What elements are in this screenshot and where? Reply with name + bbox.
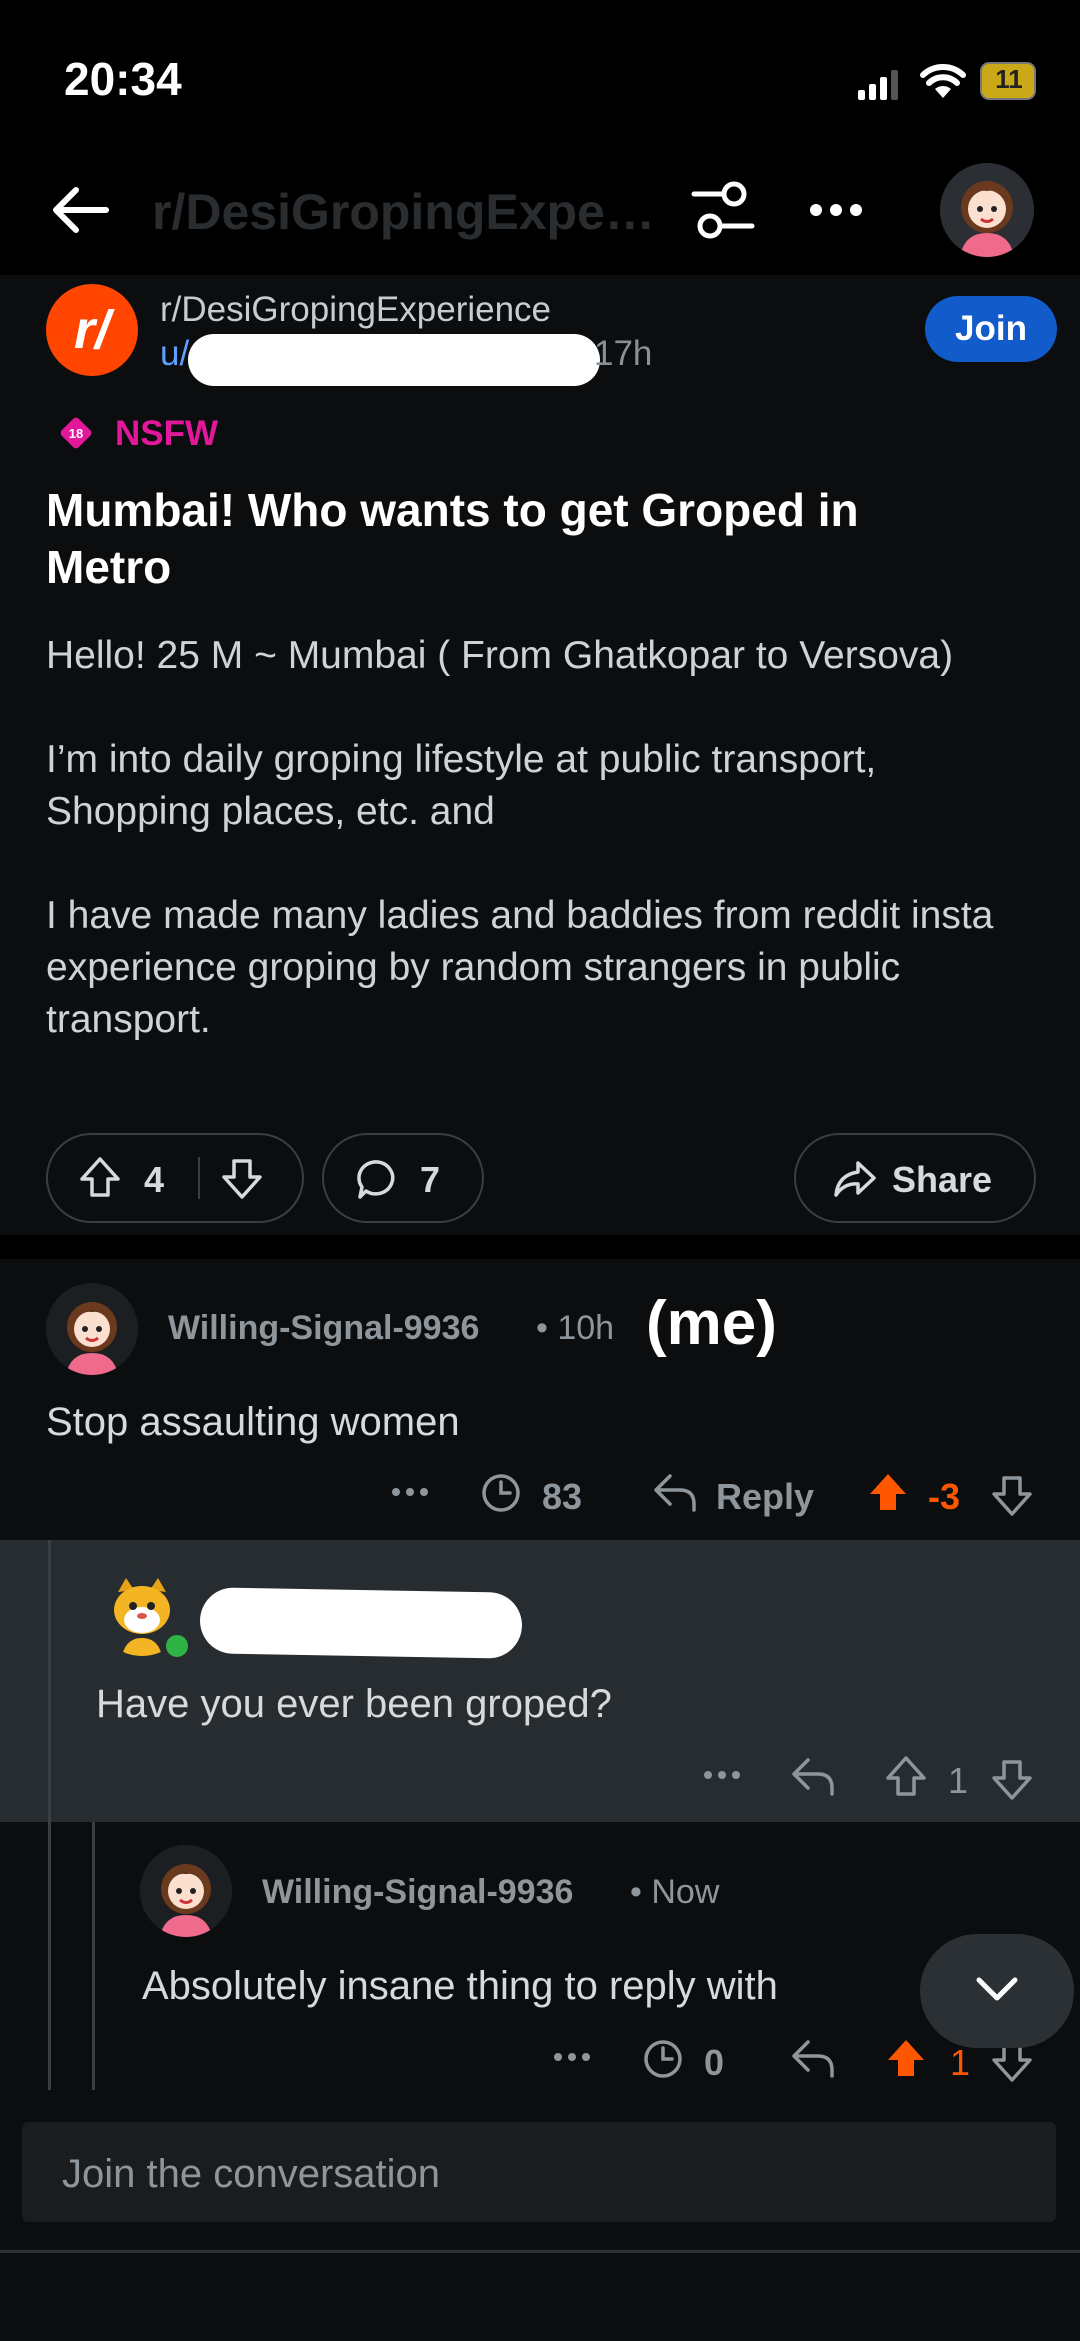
comment-age: • Now xyxy=(630,1873,720,1911)
join-button[interactable]: Join xyxy=(925,296,1057,362)
redaction-mark xyxy=(188,334,600,386)
subreddit-icon[interactable]: r/ xyxy=(46,284,138,376)
redaction-mark xyxy=(199,1587,523,1659)
bottom-safe-area xyxy=(0,2253,1080,2341)
comment-score: 1 xyxy=(948,1760,969,1801)
views-clock-icon xyxy=(644,2040,682,2078)
comment-bubble-icon xyxy=(357,1160,395,1199)
comment-count: 7 xyxy=(420,1159,441,1200)
comment-more-icon[interactable] xyxy=(552,2050,592,2064)
comment-text: Have you ever been groped? xyxy=(96,1682,612,1726)
cellular-signal-icon xyxy=(858,70,898,100)
vote-pill: 4 xyxy=(46,1133,304,1223)
comment-more-icon[interactable] xyxy=(702,1768,742,1782)
battery-level: 11 xyxy=(995,64,1023,94)
comment-more-icon[interactable] xyxy=(390,1485,430,1499)
vote-count: 4 xyxy=(144,1159,165,1200)
comment-score: -3 xyxy=(928,1476,961,1517)
comment-author[interactable]: Willing-Signal-9936 xyxy=(262,1873,573,1912)
downvote-icon[interactable] xyxy=(990,1758,1034,1802)
upvote-icon[interactable] xyxy=(78,1155,122,1199)
chevron-down-icon xyxy=(976,1977,1018,2001)
views-count: 83 xyxy=(542,1476,583,1517)
comment-author[interactable]: Willing-Signal-9936 xyxy=(168,1309,479,1348)
post-age: 17h xyxy=(594,334,653,373)
comment-text: Stop assaulting women xyxy=(46,1400,460,1444)
views-count: 0 xyxy=(704,2042,725,2083)
post-body: Hello! 25 M ~ Mumbai ( From Ghatkopar to… xyxy=(46,630,1046,1098)
post-paragraph: I have made many ladies and baddies from… xyxy=(46,894,994,1041)
upvote-icon[interactable] xyxy=(884,1754,928,1798)
post-title: Mumbai! Who wants to get Groped in Metro xyxy=(46,484,859,593)
comment-author-avatar[interactable] xyxy=(140,1845,232,1937)
comment-score: 1 xyxy=(950,2042,971,2083)
wifi-icon xyxy=(920,64,966,98)
svg-text:18: 18 xyxy=(69,426,83,441)
thread-line xyxy=(92,1822,95,2090)
thread-line xyxy=(48,1540,51,2090)
share-label: Share xyxy=(892,1159,993,1200)
nsfw-tag: NSFW xyxy=(115,414,219,453)
more-options-icon[interactable] xyxy=(808,200,864,220)
reply-icon[interactable] xyxy=(790,1754,836,1798)
post-paragraph: I’m into daily groping lifestyle at publ… xyxy=(46,738,877,833)
back-arrow-icon[interactable] xyxy=(48,178,112,242)
reply-icon[interactable] xyxy=(652,1470,698,1514)
battery-icon: 11 xyxy=(980,62,1042,100)
upvote-filled-icon[interactable] xyxy=(866,1470,910,1514)
share-button[interactable]: Share xyxy=(794,1133,1036,1223)
comment-input-placeholder[interactable]: Join the conversation xyxy=(62,2152,440,2197)
reply-icon[interactable] xyxy=(790,2036,836,2080)
sort-filter-icon[interactable] xyxy=(690,178,756,244)
share-icon xyxy=(834,1161,876,1197)
comment-text: Absolutely insane thing to reply with xyxy=(142,1964,778,2008)
upvote-filled-icon[interactable] xyxy=(884,2036,928,2080)
vote-divider xyxy=(198,1157,200,1199)
reply-button[interactable]: Reply xyxy=(716,1476,814,1518)
user-avatar[interactable] xyxy=(940,163,1034,257)
section-divider xyxy=(0,1235,1080,1259)
downvote-icon[interactable] xyxy=(220,1157,264,1201)
online-status-dot xyxy=(162,1631,192,1661)
post-author-prefix[interactable]: u/ xyxy=(160,334,189,374)
post-paragraph: Hello! 25 M ~ Mumbai ( From Ghatkopar to… xyxy=(46,634,954,677)
downvote-icon[interactable] xyxy=(990,1474,1034,1518)
comments-button[interactable]: 7 xyxy=(322,1133,484,1223)
self-annotation: (me) xyxy=(646,1289,777,1358)
nsfw-18-icon: 18 xyxy=(60,417,92,449)
comment-age: • 10h xyxy=(536,1309,615,1347)
next-comment-button[interactable] xyxy=(920,1934,1074,2048)
subreddit-name[interactable]: r/DesiGropingExperience xyxy=(160,290,551,330)
status-time: 20:34 xyxy=(64,53,182,105)
views-clock-icon xyxy=(482,1474,520,1512)
header-title: r/DesiGropingExperi... xyxy=(152,184,672,240)
comment-author-avatar[interactable] xyxy=(46,1283,138,1375)
